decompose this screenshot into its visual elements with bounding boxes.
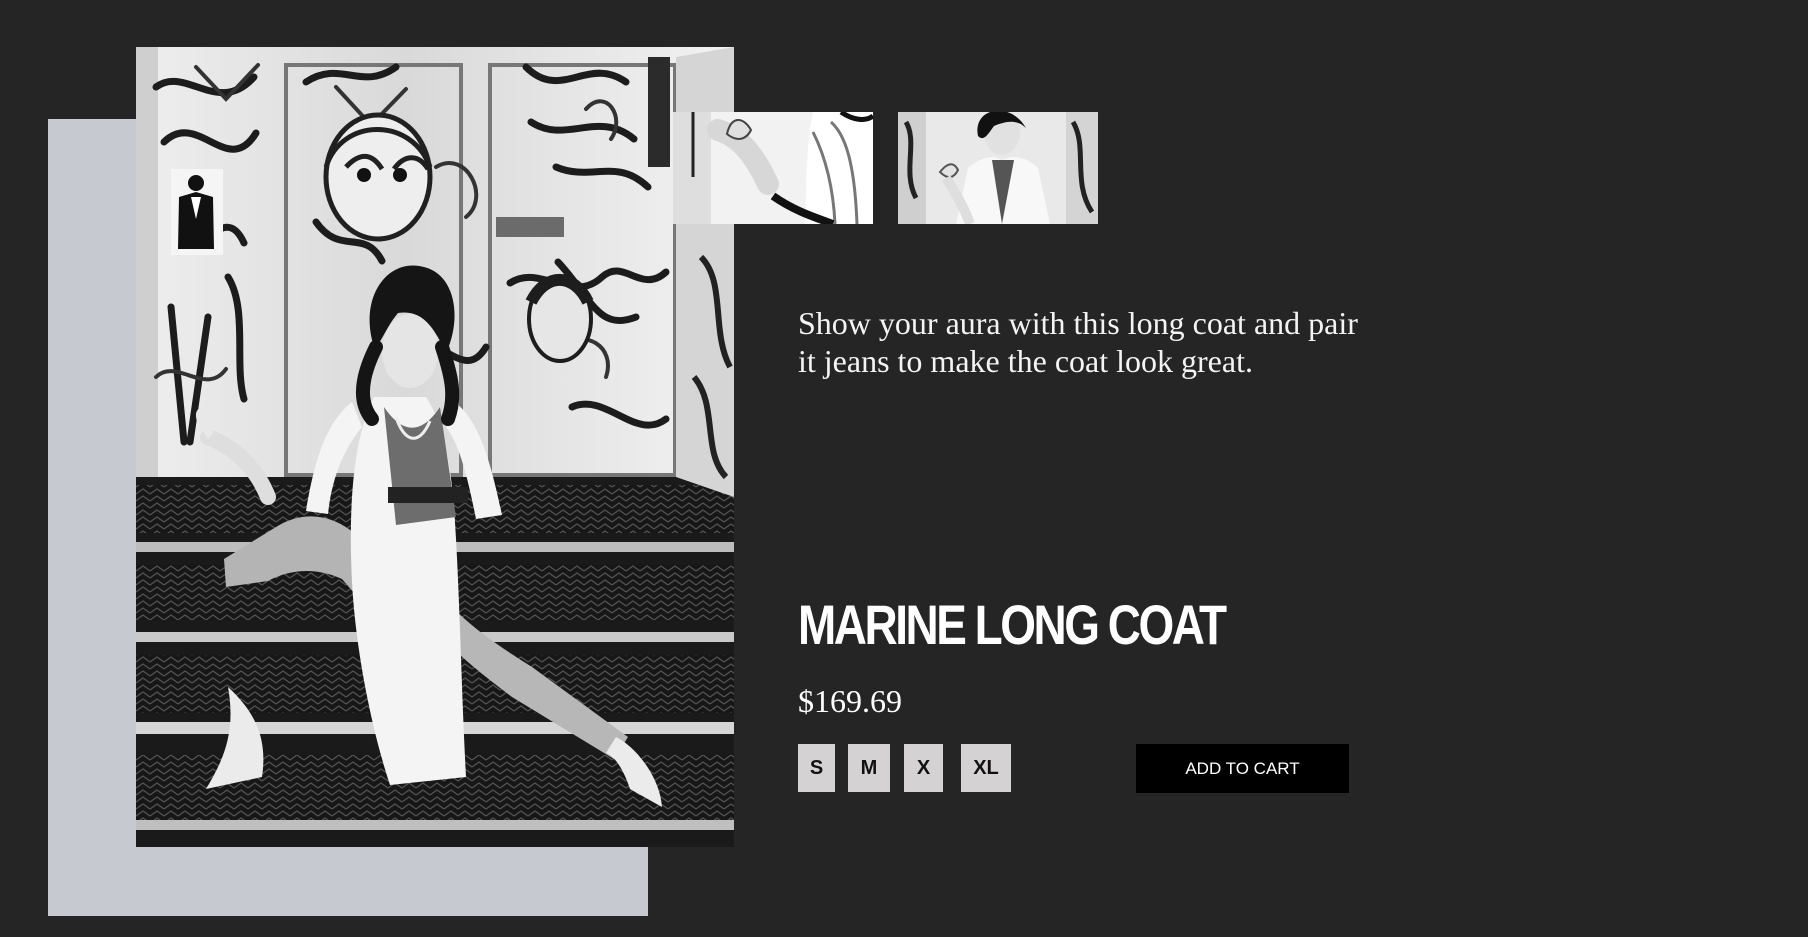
size-button-xl[interactable]: XL <box>961 744 1011 792</box>
add-to-cart-button[interactable]: ADD TO CART <box>1136 744 1349 793</box>
size-button-x[interactable]: X <box>904 744 943 792</box>
size-button-m[interactable]: M <box>848 744 890 792</box>
thumbnail-photo-2[interactable] <box>898 112 1098 224</box>
product-title: MARINE LONG COAT <box>798 593 1227 656</box>
product-price: $169.69 <box>798 683 902 719</box>
product-description: Show your aura with this long coat and p… <box>798 305 1358 379</box>
thumbnail-photo-1[interactable] <box>673 112 873 224</box>
main-product-photo <box>136 47 734 847</box>
size-button-s[interactable]: S <box>798 744 835 792</box>
